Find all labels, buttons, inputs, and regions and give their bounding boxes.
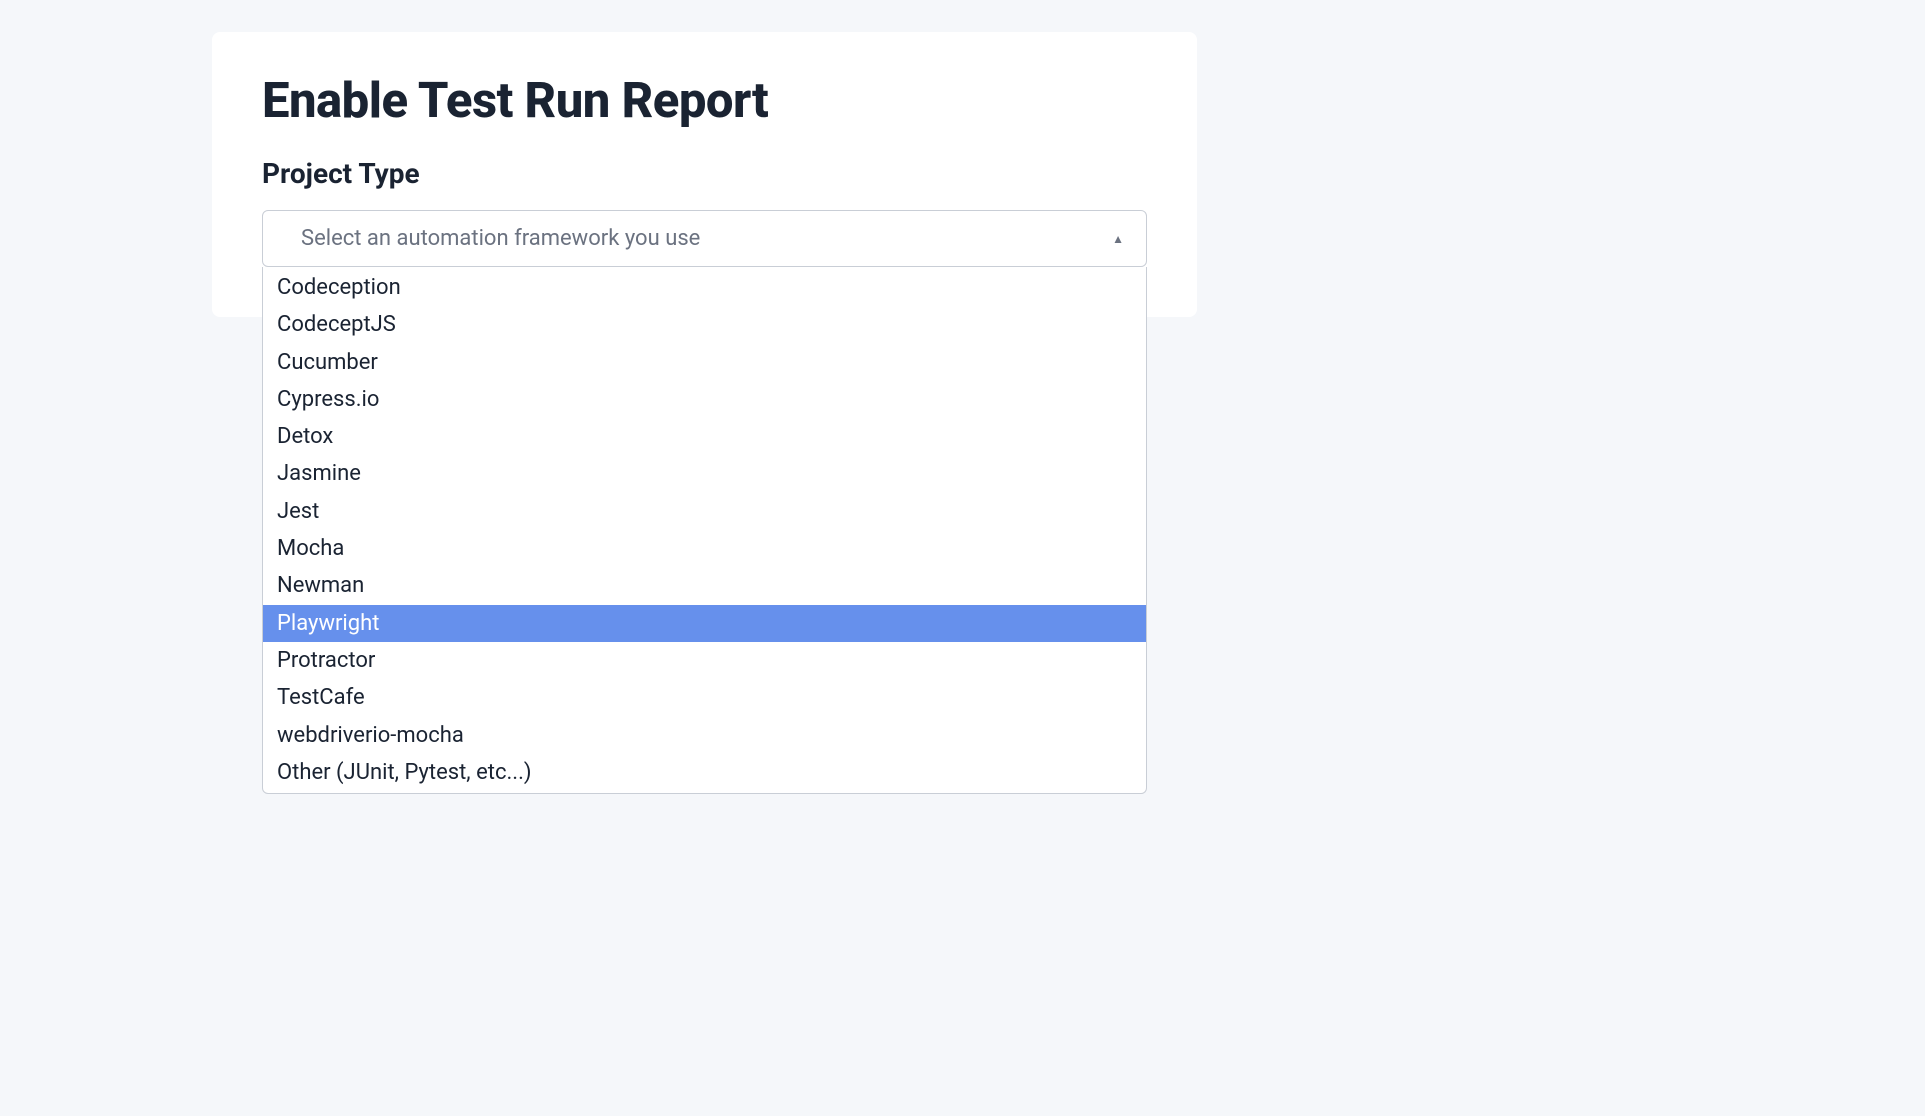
chevron-up-icon: ▲ xyxy=(1112,232,1124,246)
dropdown-item-protractor[interactable]: Protractor xyxy=(263,642,1146,679)
dropdown-item-codeceptjs[interactable]: CodeceptJS xyxy=(263,306,1146,343)
dropdown-item-testcafe[interactable]: TestCafe xyxy=(263,679,1146,716)
dropdown-item-detox[interactable]: Detox xyxy=(263,418,1146,455)
project-type-label: Project Type xyxy=(262,157,1147,190)
dropdown-item-cucumber[interactable]: Cucumber xyxy=(263,344,1146,381)
framework-dropdown: CodeceptionCodeceptJSCucumberCypress.ioD… xyxy=(262,267,1147,794)
page-title: Enable Test Run Report xyxy=(262,72,1147,129)
select-placeholder: Select an automation framework you use xyxy=(301,226,700,251)
enable-test-run-card: Enable Test Run Report Project Type Sele… xyxy=(212,32,1197,317)
dropdown-item-other-junit-pytest-etc[interactable]: Other (JUnit, Pytest, etc...) xyxy=(263,754,1146,793)
framework-select-wrapper: Select an automation framework you use ▲… xyxy=(262,210,1147,267)
framework-select[interactable]: Select an automation framework you use ▲ xyxy=(262,210,1147,267)
dropdown-item-webdriverio-mocha[interactable]: webdriverio-mocha xyxy=(263,717,1146,754)
dropdown-item-jest[interactable]: Jest xyxy=(263,493,1146,530)
dropdown-item-cypress-io[interactable]: Cypress.io xyxy=(263,381,1146,418)
dropdown-item-newman[interactable]: Newman xyxy=(263,567,1146,604)
dropdown-item-codeception[interactable]: Codeception xyxy=(263,267,1146,306)
dropdown-item-jasmine[interactable]: Jasmine xyxy=(263,455,1146,492)
dropdown-item-mocha[interactable]: Mocha xyxy=(263,530,1146,567)
dropdown-item-playwright[interactable]: Playwright xyxy=(263,605,1146,642)
